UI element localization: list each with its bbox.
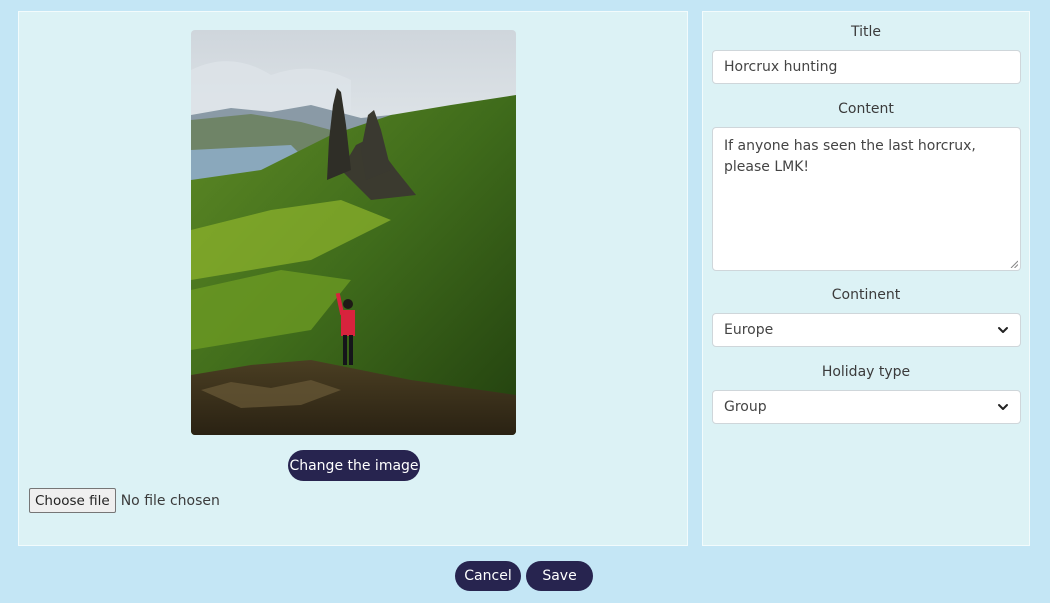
holiday-type-select[interactable]: Group bbox=[712, 390, 1021, 424]
save-button[interactable]: Save bbox=[526, 561, 593, 591]
choose-file-button[interactable]: Choose file bbox=[29, 488, 116, 513]
title-label: Title bbox=[850, 24, 881, 40]
cancel-button[interactable]: Cancel bbox=[455, 561, 521, 591]
post-form: Title Horcrux hunting Content If anyone … bbox=[702, 11, 1030, 546]
landscape-image bbox=[191, 30, 516, 435]
holiday-type-selected-value: Group bbox=[724, 399, 767, 415]
continent-label: Continent bbox=[831, 287, 901, 303]
content-value: If anyone has seen the last horcrux, ple… bbox=[724, 138, 976, 175]
chevron-down-icon bbox=[998, 404, 1008, 410]
uploaded-photo bbox=[191, 30, 516, 435]
continent-selected-value: Europe bbox=[724, 322, 774, 338]
chevron-down-icon bbox=[998, 327, 1008, 333]
resize-grip-icon[interactable] bbox=[1010, 260, 1018, 268]
image-panel: Change the image Choose file No file cho… bbox=[18, 11, 688, 546]
continent-select[interactable]: Europe bbox=[712, 313, 1021, 347]
content-textarea[interactable]: If anyone has seen the last horcrux, ple… bbox=[712, 127, 1021, 271]
content-label: Content bbox=[838, 101, 894, 117]
file-status-text: No file chosen bbox=[120, 492, 220, 509]
file-input: Choose file No file chosen bbox=[29, 488, 220, 513]
change-image-button[interactable]: Change the image bbox=[288, 450, 420, 481]
title-value: Horcrux hunting bbox=[724, 59, 838, 75]
title-input[interactable]: Horcrux hunting bbox=[712, 50, 1021, 84]
holiday-type-label: Holiday type bbox=[821, 364, 911, 380]
